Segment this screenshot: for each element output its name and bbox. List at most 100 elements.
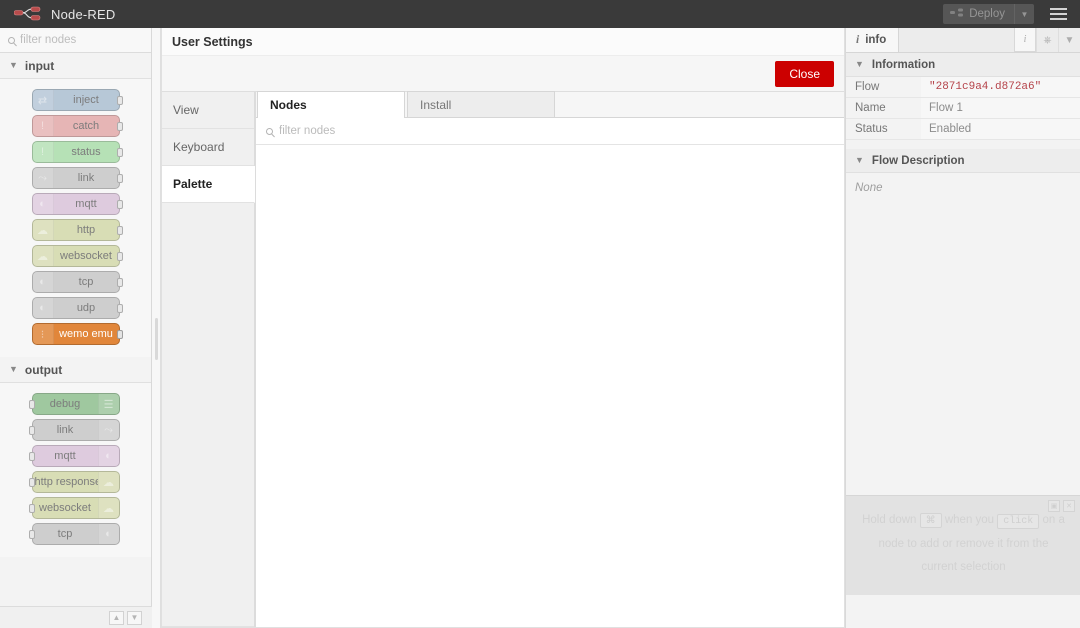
chevron-down-icon: ▼ (9, 364, 18, 374)
palette-category-output[interactable]: ▼ output (0, 357, 151, 383)
palette-node-websocket-in[interactable]: ☁ websocket (31, 245, 123, 267)
palette-node-label: http response (34, 476, 98, 488)
palette-node-http-response[interactable]: http response ☁ (28, 471, 120, 493)
info-icon: i (856, 34, 860, 46)
info-row-name: Name Flow 1 (846, 98, 1080, 119)
palette-resize-grip[interactable] (155, 318, 158, 360)
settings-nav-item-view[interactable]: View (162, 92, 254, 129)
refresh-icon: ▣ (1050, 503, 1058, 510)
palette-node-tcp-out[interactable]: tcp ◐ (28, 523, 120, 545)
deploy-caret-button[interactable]: ▼ (1014, 4, 1034, 24)
input-port (28, 451, 35, 461)
palette-node-debug[interactable]: debug ☰ (28, 393, 120, 415)
sidebar-button-outline[interactable]: ⎈ (1036, 28, 1058, 52)
deploy-icon (950, 7, 964, 21)
palette-node-tcp-in[interactable]: ◐ tcp (31, 271, 123, 293)
palette-node-label: mqtt (54, 450, 76, 462)
tip-key-click: click (997, 513, 1040, 529)
node-red-logo-icon (14, 6, 42, 22)
palette-node-label: inject (73, 94, 99, 106)
info-row-flow: Flow "2871c9a4.d872a6" (846, 77, 1080, 98)
info-sidebar: i info i ⎈ ▼ ▼ Information Flow "2871c9a… (845, 28, 1080, 628)
node-palette: filter nodes ▼ input ⇄ inject ! catch ! … (0, 28, 152, 628)
sidebar-button-menu[interactable]: ▼ (1058, 28, 1080, 52)
tab-nodes[interactable]: Nodes (257, 91, 405, 118)
installed-nodes-list[interactable] (256, 145, 844, 627)
info-value: Enabled (921, 119, 1080, 139)
output-port (116, 225, 123, 235)
app-title: Node-RED (51, 6, 116, 22)
chevron-down-icon: ▼ (130, 613, 139, 622)
sidebar-tabs: i info i ⎈ ▼ (846, 28, 1080, 53)
user-settings-dialog: User Settings Close View Keyboard Palett… (161, 28, 845, 628)
palette-node-status[interactable]: ! status (31, 141, 123, 163)
palette-node-udp-in[interactable]: ◐ udp (31, 297, 123, 319)
palette-node-label: websocket (39, 502, 91, 514)
palette-editor-filter[interactable]: filter nodes (256, 118, 844, 145)
outline-icon: ⎈ (1043, 34, 1052, 46)
hamburger-menu-icon[interactable] (1046, 0, 1080, 28)
palette-node-mqtt-out[interactable]: mqtt ◐ (28, 445, 120, 467)
palette-node-http-in[interactable]: ☁ http (31, 219, 123, 241)
sidebar-button-info[interactable]: i (1014, 28, 1036, 52)
antenna-icon: ◐ (32, 194, 54, 214)
info-icon: i (1023, 34, 1027, 45)
tip-refresh-button[interactable]: ▣ (1048, 500, 1060, 512)
chevron-up-icon: ▲ (112, 613, 121, 622)
palette-node-catch[interactable]: ! catch (31, 115, 123, 137)
information-header-label: Information (871, 58, 936, 71)
palette-node-link-out[interactable]: link ⤳ (28, 419, 120, 441)
inject-icon: ⇄ (32, 90, 54, 110)
search-icon (8, 36, 15, 44)
palette-node-link-in[interactable]: ⤳ link (31, 167, 123, 189)
sidebar-tab-spacer (899, 28, 1014, 52)
chevron-down-icon: ▼ (9, 60, 18, 70)
expand-all-button[interactable]: ▼ (127, 610, 142, 625)
palette-editor-filter-input[interactable]: filter nodes (279, 125, 335, 137)
deploy-button[interactable]: Deploy (943, 4, 1014, 24)
information-section-header[interactable]: ▼ Information (846, 53, 1080, 77)
palette-node-inject[interactable]: ⇄ inject (31, 89, 123, 111)
antenna-icon: ◐ (97, 446, 119, 466)
close-button[interactable]: Close (775, 60, 834, 87)
sidebar-tab-info[interactable]: i info (846, 28, 900, 52)
alert-icon: ! (32, 116, 54, 136)
palette-divider[interactable] (152, 28, 161, 628)
palette-search[interactable]: filter nodes (0, 28, 151, 53)
antenna-icon: ◐ (97, 524, 119, 544)
settings-nav-item-palette[interactable]: Palette (162, 166, 255, 203)
menu-bar-2 (1049, 13, 1067, 15)
output-port (116, 147, 123, 157)
collapse-all-button[interactable]: ▲ (109, 610, 124, 625)
palette-node-label: websocket (60, 250, 112, 262)
dialog-toolbar: Close (162, 56, 844, 92)
chevron-down-icon: ▼ (1064, 34, 1075, 46)
settings-nav: View Keyboard Palette (162, 92, 255, 627)
output-port (116, 199, 123, 209)
info-key: Flow (846, 77, 921, 97)
output-port (116, 277, 123, 287)
palette-footer: ▲ ▼ (0, 606, 152, 628)
settings-nav-item-keyboard[interactable]: Keyboard (162, 129, 254, 166)
flow-description-section-header[interactable]: ▼ Flow Description (846, 149, 1080, 173)
tip-box: ▣ ✕ Hold down ⌘ when you click on a node… (846, 495, 1080, 595)
input-port (28, 529, 35, 539)
palette-search-input[interactable]: filter nodes (20, 34, 76, 46)
palette-node-websocket-out[interactable]: websocket ☁ (28, 497, 120, 519)
palette-node-label: mqtt (75, 198, 97, 210)
tip-controls: ▣ ✕ (1048, 500, 1075, 512)
palette-category-input[interactable]: ▼ input (0, 53, 151, 79)
deploy-group[interactable]: Deploy ▼ (943, 4, 1034, 24)
menu-bar-1 (1049, 8, 1067, 10)
palette-category-label: input (24, 58, 55, 73)
palette-node-wemo-emu[interactable]: ⁝ wemo emu (31, 323, 123, 345)
tab-install[interactable]: Install (407, 91, 555, 117)
tip-close-button[interactable]: ✕ (1063, 500, 1075, 512)
output-port (116, 329, 123, 339)
palette-node-mqtt-in[interactable]: ◐ mqtt (31, 193, 123, 215)
info-key: Status (846, 119, 921, 139)
palette-scroll-area[interactable]: ▼ input ⇄ inject ! catch ! status ⤳ link (0, 53, 151, 601)
palette-node-label: link (56, 424, 74, 436)
app-header: Node-RED Deploy ▼ (0, 0, 1080, 28)
deploy-label: Deploy (969, 8, 1005, 20)
